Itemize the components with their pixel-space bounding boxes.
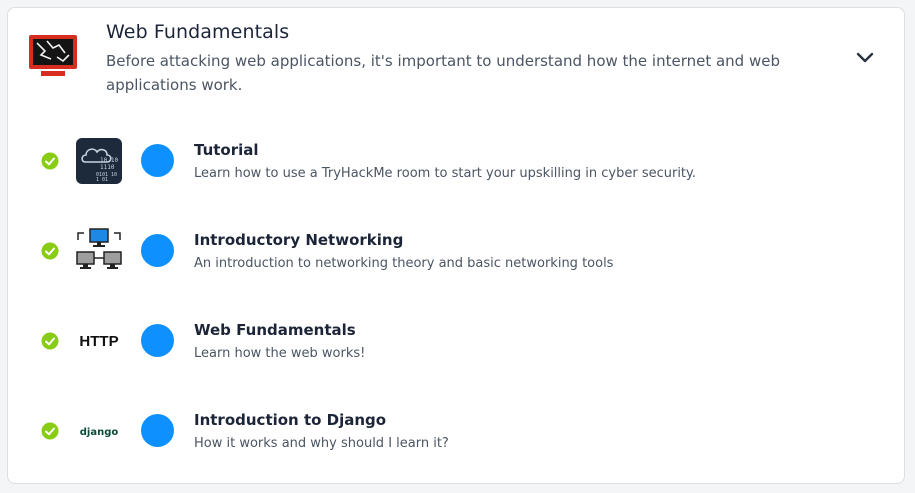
room-description: How it works and why should I learn it?	[194, 436, 449, 451]
room-item-introduction-to-django[interactable]: django Introduction to Django How it wor…	[8, 389, 904, 469]
module-description: Before attacking web applications, it's …	[106, 52, 780, 94]
module-header[interactable]: Web Fundamentals Before attacking web ap…	[8, 8, 904, 118]
room-status-dot	[141, 144, 174, 177]
check-circle-icon	[41, 242, 59, 260]
django-logo-icon: django	[76, 408, 122, 454]
http-text-icon: HTTP	[76, 318, 122, 364]
room-description: Learn how the web works!	[194, 346, 366, 361]
svg-text:10 10: 10 10	[100, 157, 118, 164]
svg-text:HTTP: HTTP	[79, 333, 118, 350]
room-title: Introduction to Django	[194, 411, 387, 429]
room-title: Tutorial	[194, 141, 259, 159]
broken-monitor-icon	[27, 33, 79, 79]
svg-text:1 01: 1 01	[96, 177, 108, 183]
room-title: Introductory Networking	[194, 231, 404, 249]
room-status-dot	[141, 324, 174, 357]
room-item-tutorial[interactable]: 10 10 1110 0101 10 1 01 Tutorial Learn h…	[8, 119, 904, 199]
svg-text:1110: 1110	[100, 164, 115, 171]
check-circle-icon	[41, 422, 59, 440]
module-card: Web Fundamentals Before attacking web ap…	[7, 7, 905, 484]
svg-text:django: django	[80, 427, 119, 438]
room-status-dot	[141, 414, 174, 447]
room-item-introductory-networking[interactable]: Introductory Networking An introduction …	[8, 209, 904, 289]
check-circle-icon	[41, 152, 59, 170]
chevron-down-icon[interactable]	[853, 45, 877, 69]
room-description: Learn how to use a TryHackMe room to sta…	[194, 166, 696, 181]
room-description: An introduction to networking theory and…	[194, 256, 614, 271]
room-title: Web Fundamentals	[194, 321, 356, 339]
room-status-dot	[141, 234, 174, 267]
room-item-web-fundamentals[interactable]: HTTP Web Fundamentals Learn how the web …	[8, 299, 904, 379]
cloud-binary-icon: 10 10 1110 0101 10 1 01	[76, 138, 122, 184]
module-title: Web Fundamentals	[106, 21, 290, 43]
network-computers-icon	[76, 228, 122, 274]
check-circle-icon	[41, 332, 59, 350]
